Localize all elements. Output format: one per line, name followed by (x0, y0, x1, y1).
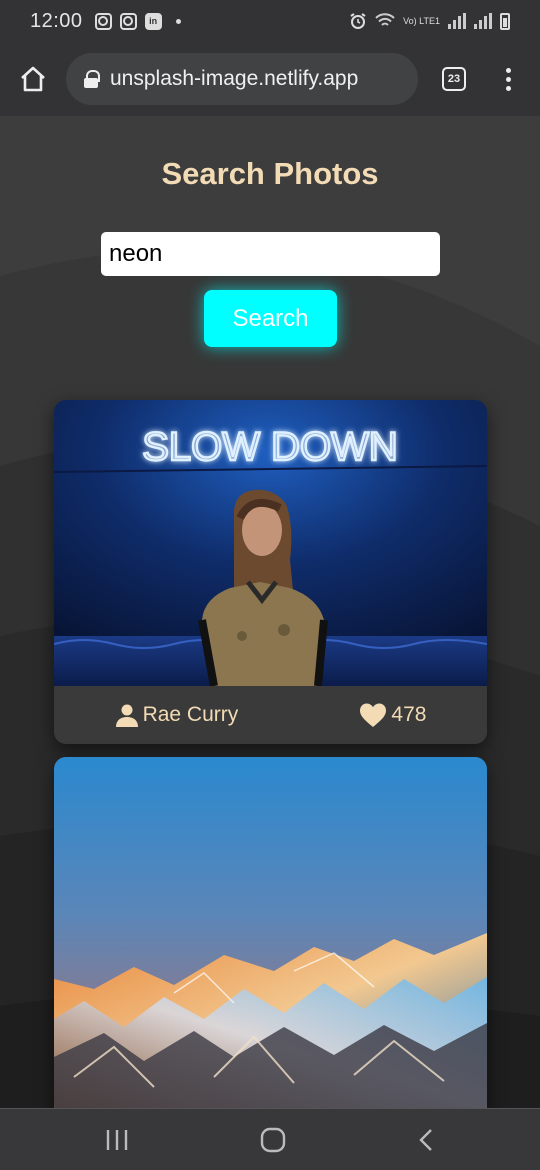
home-nav-icon[interactable] (260, 1127, 286, 1153)
card-footer: Rae Curry 478 (54, 686, 487, 744)
neon-sign-text: SLOW DOWN (142, 425, 398, 469)
system-icons: Vo) LTE1 (349, 12, 510, 30)
author-name: Rae Curry (142, 703, 239, 726)
network-type: Vo) LTE1 (403, 15, 440, 26)
home-button[interactable] (18, 64, 48, 94)
alarm-icon (350, 13, 366, 29)
likes[interactable]: 478 (359, 702, 426, 728)
instagram-icon (94, 12, 112, 30)
page-title: Search Photos (161, 156, 379, 191)
user-icon (115, 704, 138, 727)
lock-icon (84, 70, 100, 88)
address-bar[interactable]: unsplash-image.netlify.app (66, 53, 418, 105)
home-icon (21, 66, 45, 92)
photo-card[interactable] (54, 757, 487, 1108)
search-button[interactable]: Search (204, 290, 337, 347)
recents-icon[interactable] (105, 1129, 129, 1151)
photo-image[interactable]: SLOW DOWN (54, 400, 487, 686)
search-input[interactable] (101, 232, 440, 276)
browser-toolbar: unsplash-image.netlify.app 23 (0, 42, 540, 116)
more-vert-icon[interactable] (506, 67, 511, 91)
status-bar: 12:00 in Vo) LTE1 (0, 0, 540, 42)
notification-icons: in (94, 12, 181, 30)
author[interactable]: Rae Curry (115, 703, 239, 727)
more-notifications-dot (175, 18, 181, 24)
instagram-icon (119, 12, 137, 30)
page-content: Search Photos Search (0, 116, 540, 1108)
photo-card[interactable]: SLOW DOWN Rae Curry 478 (54, 400, 487, 744)
heart-icon (360, 703, 387, 727)
tab-count: 23 (447, 73, 461, 85)
like-count: 478 (391, 703, 427, 726)
url-text: unsplash-image.netlify.app (110, 67, 359, 90)
system-nav-bar (0, 1108, 540, 1170)
status-time: 12:00 (30, 9, 83, 32)
wifi-icon (375, 13, 395, 26)
signal-icon (474, 13, 492, 29)
signal-icon (448, 13, 466, 29)
battery-icon (500, 12, 510, 30)
tabs-button[interactable]: 23 (442, 67, 466, 91)
back-icon[interactable] (417, 1128, 435, 1152)
linkedin-icon: in (144, 12, 162, 30)
photo-image[interactable] (54, 757, 487, 1108)
